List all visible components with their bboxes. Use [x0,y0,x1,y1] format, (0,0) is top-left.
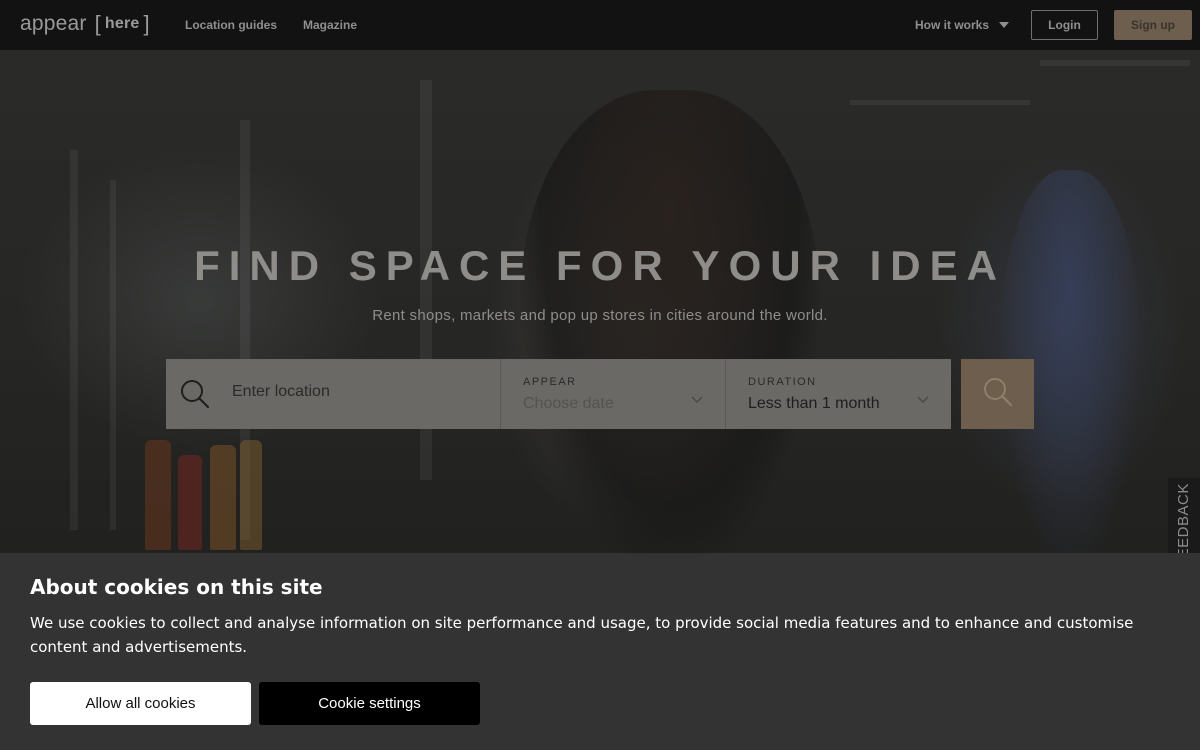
feedback-tab[interactable]: FEEDBACK [1168,478,1200,558]
how-it-works-dropdown[interactable]: How it works [915,18,1010,32]
how-it-works-label: How it works [915,18,990,32]
logo-here-text: here [104,15,140,32]
search-icon [983,377,1013,411]
duration-value: Less than 1 month [748,395,880,412]
duration-select[interactable]: DURATION Less than 1 month [726,359,951,429]
search-button[interactable] [961,359,1034,429]
location-field[interactable] [166,359,501,429]
signup-button[interactable]: Sign up [1114,10,1192,40]
search-icon [180,379,210,413]
appear-date-select[interactable]: APPEAR Choose date [501,359,726,429]
hero-subline: Rent shops, markets and pop up stores in… [372,307,828,324]
appear-label: APPEAR [523,376,577,388]
nav-link-location-guides[interactable]: Location guides [185,18,277,32]
search-bar: APPEAR Choose date DURATION Less than 1 … [166,359,951,429]
duration-label: DURATION [748,376,817,388]
logo-bracket-close: ] [143,11,150,36]
location-input[interactable] [230,382,494,402]
top-navigation: appear [ here ] Location guides Magazine… [0,0,1200,50]
chevron-down-icon [917,389,929,408]
chevron-down-icon [691,389,703,408]
logo-bracket-open: [ [94,11,101,36]
caret-down-icon [999,22,1010,28]
logo-text: appear [20,12,87,35]
nav-link-magazine[interactable]: Magazine [303,18,357,32]
cookie-description: We use cookies to collect and analyse in… [30,614,1134,656]
login-button[interactable]: Login [1031,10,1098,40]
hero-headline: FIND SPACE FOR YOUR IDEA [194,242,1006,289]
allow-all-cookies-button[interactable]: Allow all cookies [30,682,251,725]
cookie-banner: About cookies on this site We use cookie… [0,553,1200,750]
feedback-label: FEEDBACK [1175,483,1192,558]
cookie-settings-button[interactable]: Cookie settings [259,682,480,725]
cookie-title: About cookies on this site [30,575,323,599]
appear-here-logo[interactable]: appear [ here ] [20,11,151,37]
appear-value: Choose date [523,395,614,412]
